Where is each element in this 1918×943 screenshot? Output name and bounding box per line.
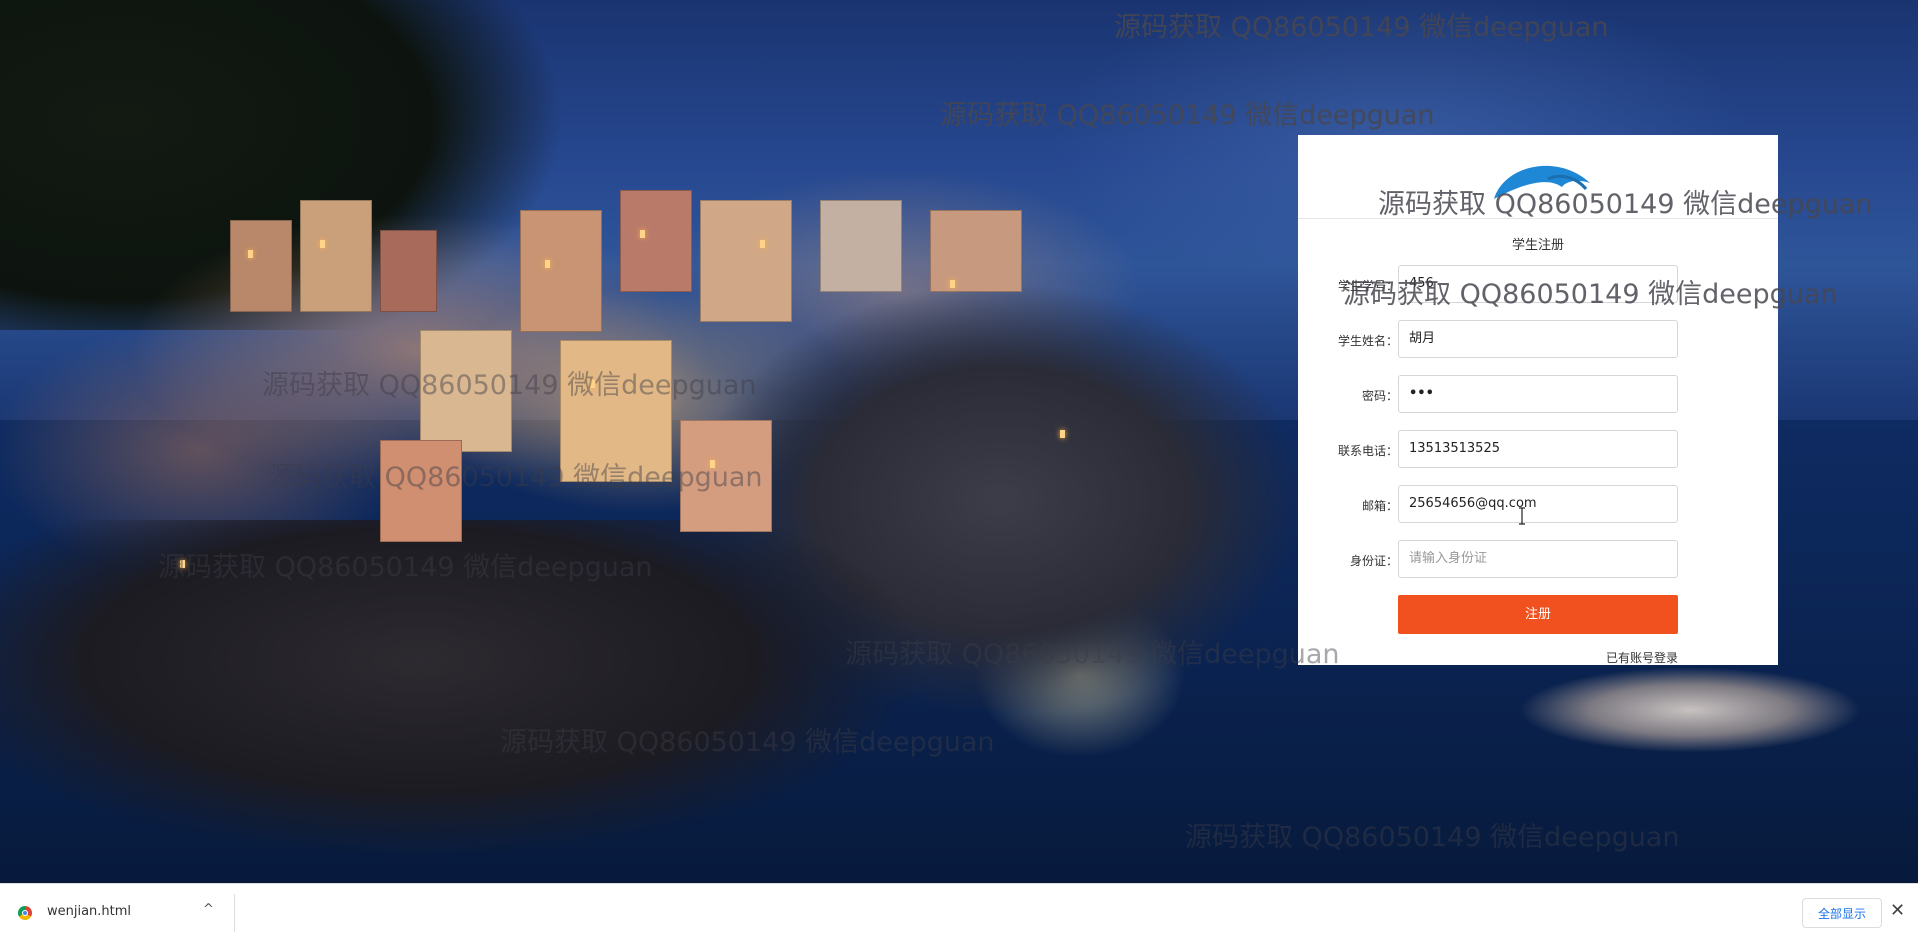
watermark: 源码获取 QQ86050149 微信deepguan bbox=[1378, 189, 1873, 220]
divider bbox=[234, 894, 235, 932]
register-button[interactable]: 注册 bbox=[1398, 595, 1678, 634]
student-name-input[interactable]: 胡月 bbox=[1398, 320, 1678, 358]
building bbox=[300, 200, 372, 312]
watermark: 源码获取 QQ86050149 微信deepguan bbox=[1185, 822, 1680, 853]
lit-window bbox=[545, 260, 550, 268]
lit-window bbox=[760, 240, 765, 248]
form-title: 学生注册 bbox=[1511, 238, 1564, 253]
password-input[interactable]: ••• bbox=[1398, 375, 1678, 413]
building bbox=[230, 220, 292, 312]
building bbox=[620, 190, 692, 292]
building bbox=[700, 200, 792, 322]
watermark: 源码获取 QQ86050149 微信deepguan bbox=[500, 727, 995, 758]
email-label: 邮箱： bbox=[1361, 499, 1398, 513]
lit-window bbox=[1060, 430, 1065, 438]
watermark: 源码获取 QQ86050149 微信deepguan bbox=[1114, 12, 1609, 43]
building bbox=[930, 210, 1022, 292]
email-input[interactable]: 25654656@qq.com bbox=[1398, 485, 1678, 523]
building bbox=[820, 200, 902, 292]
watermark: 源码获取 QQ86050149 微信deepguan bbox=[262, 370, 757, 401]
watermark: 源码获取 QQ86050149 微信deepguan bbox=[940, 100, 1435, 131]
password-label: 密码： bbox=[1361, 389, 1398, 403]
lit-window bbox=[640, 230, 645, 238]
chrome-icon bbox=[18, 906, 32, 920]
login-link[interactable]: 已有账号登录 bbox=[1578, 649, 1678, 666]
close-icon[interactable]: ✕ bbox=[1890, 900, 1905, 921]
chevron-up-icon[interactable]: ^ bbox=[203, 902, 214, 917]
lit-window bbox=[248, 250, 253, 258]
lit-window bbox=[320, 240, 325, 248]
building bbox=[520, 210, 602, 332]
id-card-input[interactable]: 请输入身份证 bbox=[1398, 540, 1678, 578]
watermark: 源码获取 QQ86050149 微信deepguan bbox=[268, 462, 763, 493]
lit-window bbox=[950, 280, 955, 288]
rocks bbox=[1480, 650, 1900, 770]
download-bar: wenjian.html ^ 全部显示 ✕ bbox=[0, 883, 1918, 943]
watermark: 源码获取 QQ86050149 微信deepguan bbox=[158, 552, 653, 583]
watermark: 源码获取 QQ86050149 微信deepguan bbox=[845, 639, 1340, 670]
download-file-name[interactable]: wenjian.html bbox=[47, 904, 131, 919]
watermark: 源码获取 QQ86050149 微信deepguan bbox=[1343, 279, 1838, 310]
id-card-label: 身份证： bbox=[1349, 554, 1398, 568]
phone-label: 联系电话： bbox=[1337, 444, 1398, 458]
building bbox=[380, 230, 437, 312]
phone-input[interactable]: 13513513525 bbox=[1398, 430, 1678, 468]
student-name-label: 学生姓名： bbox=[1337, 334, 1398, 348]
text-cursor-icon bbox=[1519, 507, 1525, 525]
show-all-button[interactable]: 全部显示 bbox=[1802, 898, 1882, 928]
